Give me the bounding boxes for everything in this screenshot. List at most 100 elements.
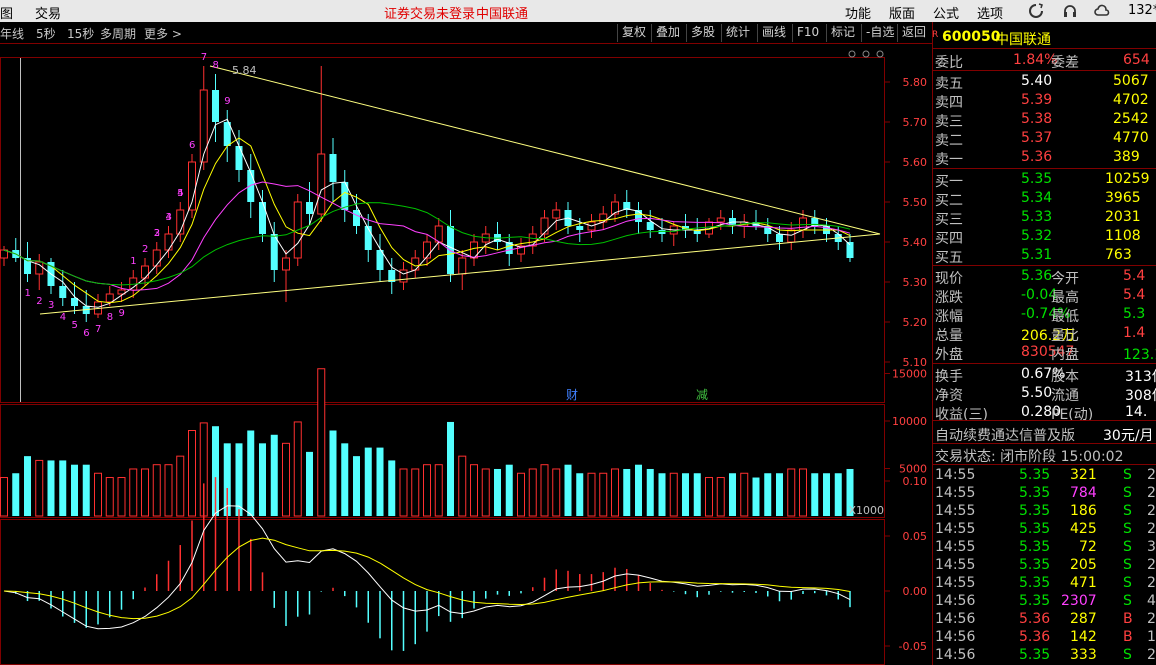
- volume-bar-down: [259, 443, 266, 516]
- volume-bar-up: [129, 468, 138, 517]
- volume-bar-down: [235, 443, 243, 516]
- vol-tick-label: 10000: [892, 415, 927, 428]
- period-15s[interactable]: 15秒: [67, 25, 94, 42]
- tick-row-cell: 784: [1070, 485, 1097, 501]
- period-multi[interactable]: 多周期: [100, 25, 136, 42]
- quote-stat-cell: 涨跌: [935, 290, 963, 306]
- window-title: 中国联通: [476, 7, 529, 22]
- quote-stat: 现价 5.36 今开 5.4: [933, 267, 1156, 287]
- tick-row-cell: S: [1123, 557, 1132, 573]
- adjust-button[interactable]: 复权: [617, 24, 650, 42]
- ask-level: 卖四 5.39 4702: [933, 91, 1156, 111]
- ask-level-cell: 5.38: [1021, 111, 1053, 127]
- volume-bar-down: [353, 456, 360, 516]
- volume-bar-up: [611, 468, 619, 517]
- volume-bar-down: [494, 468, 501, 516]
- candle-body-up: [105, 293, 114, 303]
- period-year[interactable]: 年线: [0, 25, 24, 42]
- volume-unit: X1000: [848, 504, 884, 517]
- watchlist-button[interactable]: -自选: [861, 24, 898, 42]
- ask-level-cell: 卖五: [935, 76, 963, 92]
- chart-corner-controls[interactable]: [848, 50, 884, 58]
- volume-bar-up: [423, 464, 431, 517]
- ask-level-cell: 卖一: [935, 152, 963, 168]
- td-sequence-label: 2: [36, 296, 42, 307]
- tick-row-cell: 14:55: [935, 503, 976, 519]
- menu-layout[interactable]: 版面: [889, 3, 915, 22]
- period-5s[interactable]: 5秒: [36, 25, 56, 42]
- tick-row-cell: S: [1123, 575, 1132, 591]
- tick-row-cell: 287: [1070, 611, 1097, 627]
- finance-stat-cell: 313亿: [1125, 369, 1156, 385]
- draw-line-button[interactable]: 画线: [757, 24, 790, 42]
- volume-bar-down: [823, 473, 830, 516]
- tick-row-cell: 5.35: [1019, 575, 1051, 591]
- chart-toolbar: 年线 5秒 15秒 多周期 更多 > 复权 叠加 多股 统计 画线 F10 标记…: [0, 22, 932, 44]
- tick-row-cell: S: [1123, 593, 1132, 609]
- price-tick-label: 5.60: [903, 156, 928, 169]
- td-sequence-label: 3: [48, 300, 54, 311]
- quote-stat-cell: 最高: [1051, 290, 1079, 306]
- candle-body-down: [59, 286, 67, 298]
- f10-button[interactable]: F10: [792, 24, 823, 42]
- tick-row: 14:56 5.36 142 B 1: [933, 628, 1156, 647]
- tick-row-cell: 5.35: [1019, 521, 1051, 537]
- ad-row[interactable]: 自动续费通达信普及版 30元/月: [933, 424, 1156, 444]
- candle-body-down: [306, 202, 313, 214]
- candle-body-up: [141, 265, 149, 279]
- volume-bar-down: [729, 473, 736, 516]
- tick-row-cell: 5.35: [1019, 647, 1051, 663]
- candle-body-up: [787, 229, 796, 243]
- overlay-button[interactable]: 叠加: [651, 24, 684, 42]
- tick-row-cell: B: [1123, 629, 1133, 645]
- volume-bar-down: [329, 430, 337, 516]
- ask-level-cell: 卖三: [935, 114, 963, 130]
- quote-stat-cell: 现价: [935, 271, 963, 287]
- finance-stat-cell: 换手: [935, 369, 963, 385]
- headset-icon[interactable]: [1062, 3, 1078, 19]
- cloud-icon[interactable]: [1094, 3, 1110, 19]
- macd-tick-label: 0.05: [903, 530, 928, 543]
- candle-body-down: [247, 170, 255, 202]
- ask-level-cell: 卖二: [935, 133, 963, 149]
- tick-row-cell: S: [1123, 647, 1132, 663]
- volume-bar-up: [787, 468, 796, 517]
- tick-row: 14:56 5.36 287 B 2: [933, 610, 1156, 629]
- volume-bar-down: [693, 473, 701, 516]
- bid-level: 买五 5.31 763: [933, 246, 1156, 266]
- candle-body-up: [282, 257, 290, 271]
- tick-row-cell: 333: [1070, 647, 1097, 663]
- volume-bar-down: [658, 473, 666, 516]
- multi-stock-button[interactable]: 多股: [686, 24, 719, 42]
- kline-chart[interactable]: 5.805.705.605.505.405.305.205.10 1500010…: [0, 44, 932, 665]
- menu-chart[interactable]: 图: [0, 3, 13, 22]
- td-sequence-label: 5: [72, 320, 78, 331]
- cai-marker[interactable]: 财: [566, 388, 578, 402]
- volume-bar-up: [587, 472, 596, 517]
- volume-bar-down: [47, 460, 55, 516]
- refresh-icon[interactable]: [1028, 3, 1044, 19]
- tick-row: 14:55 5.35 425 S 2: [933, 520, 1156, 539]
- quote-stat-cell: 量比: [1051, 328, 1079, 344]
- menu-formula[interactable]: 公式: [933, 3, 959, 22]
- tick-row-cell: 1: [1147, 629, 1156, 645]
- menu-functions[interactable]: 功能: [845, 3, 871, 22]
- bid-level-cell: 买三: [935, 212, 963, 228]
- ask-level: 卖五 5.40 5067: [933, 72, 1156, 92]
- period-more[interactable]: 更多 >: [144, 25, 182, 42]
- jian-marker[interactable]: 减: [696, 388, 708, 402]
- tick-row-cell: 205: [1070, 557, 1097, 573]
- back-button[interactable]: 返回: [897, 24, 930, 42]
- volume-bar-up: [481, 468, 490, 517]
- candle-body-up: [458, 257, 467, 275]
- stats-button[interactable]: 统计: [721, 24, 754, 42]
- td-sequence-label: 1: [25, 288, 31, 299]
- tick-row-cell: 5.36: [1019, 629, 1051, 645]
- volume-bar-up: [434, 464, 443, 517]
- menu-options[interactable]: 选项: [977, 3, 1003, 22]
- mark-button[interactable]: 标记: [826, 24, 859, 42]
- menu-trade[interactable]: 交易: [35, 3, 61, 22]
- volume-bar-down: [247, 430, 255, 516]
- volume-bar-up: [470, 464, 478, 517]
- quote-stat-cell: 5.4: [1123, 268, 1146, 284]
